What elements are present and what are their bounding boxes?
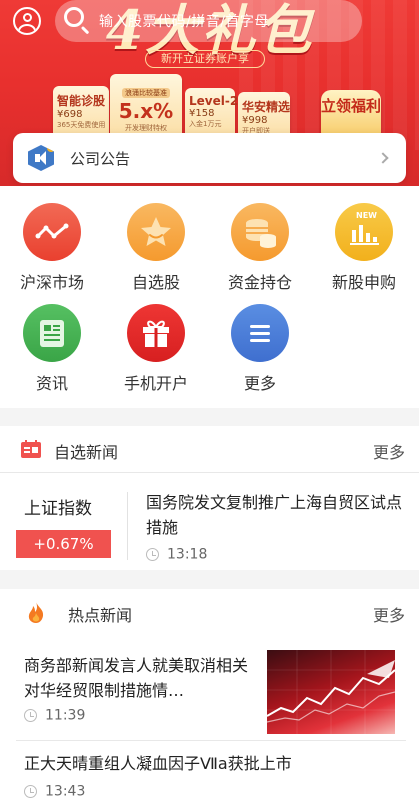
new-badge: NEW bbox=[356, 211, 377, 220]
banner-subtitle: 新开立证券账户享 bbox=[145, 50, 265, 68]
news-time: 13:18 bbox=[167, 546, 208, 563]
user-avatar-icon[interactable] bbox=[13, 7, 41, 35]
index-change-badge: +0.67% bbox=[16, 530, 111, 558]
coins-icon bbox=[231, 203, 289, 261]
star-icon bbox=[127, 203, 185, 261]
news-meta: 13:18 bbox=[146, 544, 406, 563]
news-meta: 11:39 bbox=[24, 705, 85, 724]
grid-label: 沪深市场 bbox=[19, 273, 84, 292]
news-meta: 13:43 bbox=[24, 781, 85, 800]
divider bbox=[0, 472, 419, 473]
news-time: 11:39 bbox=[45, 707, 86, 724]
calendar-news-icon bbox=[21, 440, 41, 458]
clock-icon bbox=[24, 785, 37, 798]
grid-item-open-account[interactable]: 手机开户 bbox=[106, 304, 206, 394]
vertical-divider bbox=[127, 492, 128, 560]
promo-card-note: 开发理财特权 bbox=[125, 124, 167, 132]
announcement-speaker-icon bbox=[28, 145, 54, 171]
index-name: 上证指数 bbox=[24, 499, 92, 519]
news-item[interactable]: 商务部新闻发言人就美取消相关对华经贸限制措施情… 11:39 bbox=[0, 647, 419, 737]
watchlist-news-section: 自选新闻 更多 上证指数 +0.67% 国务院发文复制推广上海自贸区试点措施 1… bbox=[0, 426, 419, 570]
feature-grid: 沪深市场 自选股 资金持仓 NEW 新股申购 资讯 手机开户 更多 bbox=[0, 186, 419, 408]
fire-icon bbox=[28, 601, 44, 623]
watchlist-news-header: 自选新闻 更多 bbox=[0, 426, 419, 472]
new-stock-icon: NEW bbox=[335, 203, 393, 261]
promo-card-value: 5.x% bbox=[118, 99, 174, 123]
hot-news-section: 热点新闻 更多 商务部新闻发言人就美取消相关对华经贸限制措施情… 11:39 正… bbox=[0, 589, 419, 800]
grid-item-ipo[interactable]: NEW 新股申购 bbox=[314, 203, 414, 293]
news-item[interactable]: 国务院发文复制推广上海自贸区试点措施 13:18 bbox=[146, 490, 406, 563]
section-title: 热点新闻 bbox=[68, 606, 133, 625]
grid-item-market[interactable]: 沪深市场 bbox=[2, 203, 102, 293]
grid-item-more[interactable]: 更多 bbox=[210, 304, 310, 394]
chevron-right-icon bbox=[377, 152, 389, 164]
hot-news-header: 热点新闻 更多 bbox=[0, 589, 419, 635]
news-headline: 国务院发文复制推广上海自贸区试点措施 bbox=[146, 493, 403, 537]
news-headline: 正大天晴重组人凝血因子Ⅶa获批上市 bbox=[24, 754, 292, 773]
market-trend-icon bbox=[23, 203, 81, 261]
search-bar[interactable]: 输入股票代码/拼音/首字母 bbox=[55, 0, 362, 42]
promo-card-note: 365天免费使用 bbox=[57, 121, 106, 129]
grid-label: 资讯 bbox=[35, 374, 68, 393]
promo-card-price: ¥998 bbox=[242, 115, 268, 126]
index-quote[interactable]: 上证指数 +0.67% bbox=[16, 490, 111, 562]
promo-card-price: ¥158 bbox=[189, 108, 215, 119]
announcement-label: 公司公告 bbox=[70, 150, 131, 168]
grid-label: 自选股 bbox=[131, 273, 180, 292]
promo-card-title: 华安精选 bbox=[242, 100, 291, 114]
more-link[interactable]: 更多 bbox=[373, 439, 405, 463]
grid-item-watchlist[interactable]: 自选股 bbox=[106, 203, 206, 293]
promo-card-title: Level-2 bbox=[189, 94, 239, 108]
promo-card-note: 入金1万元 bbox=[189, 120, 222, 128]
clock-icon bbox=[146, 548, 159, 561]
news-thumbnail bbox=[267, 650, 395, 734]
grid-label: 新股申购 bbox=[331, 273, 396, 292]
news-icon bbox=[23, 304, 81, 362]
gift-icon bbox=[127, 304, 185, 362]
grid-item-holdings[interactable]: 资金持仓 bbox=[210, 203, 310, 293]
company-announcement-bar[interactable]: 公司公告 bbox=[13, 133, 406, 183]
news-item[interactable]: 正大天晴重组人凝血因子Ⅶa获批上市 13:43 bbox=[0, 741, 419, 800]
grid-item-news[interactable]: 资讯 bbox=[2, 304, 102, 394]
clock-icon bbox=[24, 709, 37, 722]
news-time: 13:43 bbox=[45, 783, 86, 800]
search-icon bbox=[64, 7, 84, 27]
more-link[interactable]: 更多 bbox=[373, 602, 405, 626]
grid-label: 资金持仓 bbox=[227, 273, 292, 292]
promo-card-caption: 浪涌比较基准 bbox=[122, 88, 170, 98]
stock-chart-thumbnail-icon bbox=[267, 650, 395, 734]
promo-card-title: 智能诊股 bbox=[57, 94, 106, 108]
section-title: 自选新闻 bbox=[54, 443, 119, 462]
grid-label: 更多 bbox=[243, 374, 276, 393]
news-headline: 商务部新闻发言人就美取消相关对华经贸限制措施情… bbox=[24, 656, 249, 700]
search-placeholder: 输入股票代码/拼音/首字母 bbox=[99, 14, 269, 30]
promo-card-price: ¥698 bbox=[57, 109, 83, 120]
menu-icon bbox=[231, 304, 289, 362]
grid-label: 手机开户 bbox=[123, 374, 188, 393]
